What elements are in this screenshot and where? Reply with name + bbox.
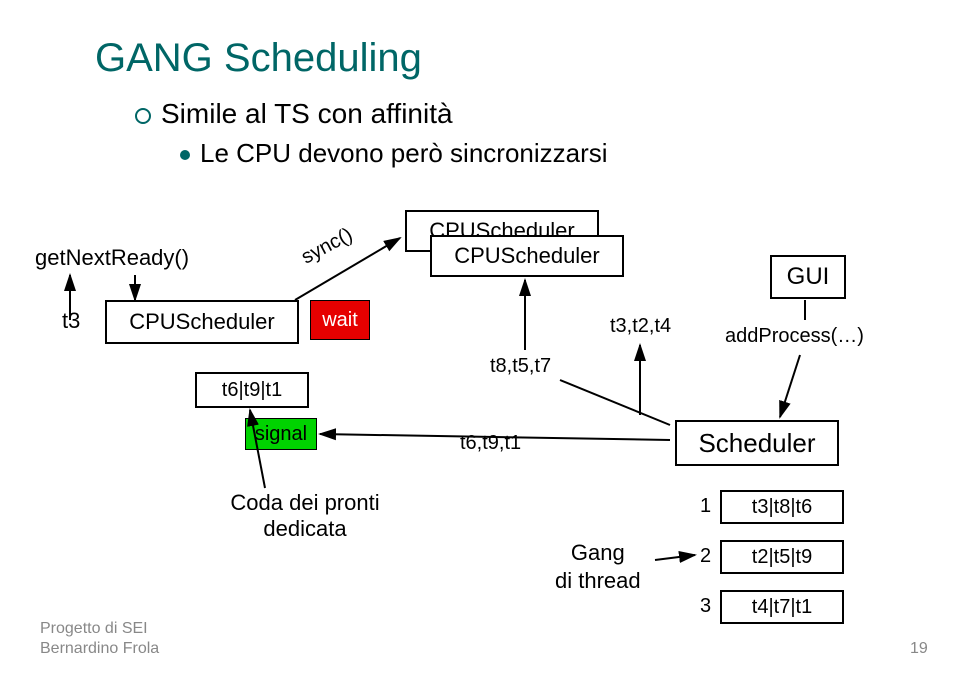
cpuscheduler-box-front: CPUScheduler [430,235,624,277]
slide-title: GANG Scheduling [95,36,422,81]
gang-line1: Gang [555,540,641,566]
cpuscheduler-front-text: CPUScheduler [432,237,622,275]
gang-row-2: t2|t5|t9 [720,540,844,574]
bullet-2: Le CPU devono però sincronizzarsi [180,138,608,169]
gang-row-3: t4|t7|t1 [720,590,844,624]
scheduler-box: Scheduler [675,420,839,466]
gang-row-1-text: t3|t8|t6 [752,496,812,518]
coda-line1: Coda dei pronti [195,490,415,516]
coda-caption: Coda dei pronti dedicata [195,490,415,542]
row1-num: 1 [700,495,711,518]
t3-label: t3 [62,308,80,334]
gang-row-2-text: t2|t5|t9 [752,546,812,568]
page-number: 19 [910,640,928,658]
footer-line2: Bernardino Frola [40,640,159,658]
gang-line2: di thread [555,568,641,594]
t6t9t1-label: t6,t9,t1 [460,432,521,455]
wait-box: wait [310,300,370,340]
sync-label: sync() [298,224,357,270]
bullet-2-text: Le CPU devono però sincronizzarsi [200,138,608,168]
gang-row-1: t3|t8|t6 [720,490,844,524]
signal-box: signal [245,418,317,450]
cpuscheduler-box-left: CPUScheduler [105,300,299,344]
t8t5t7-label: t8,t5,t7 [490,355,551,378]
gang-caption: Gang di thread [555,540,641,594]
coda-line2: dedicata [195,516,415,542]
ring-bullet-icon [135,108,151,124]
t3t2t4-label: t3,t2,t4 [610,315,671,338]
gang-row-3-text: t4|t7|t1 [752,596,812,618]
bullet-1-text: Simile al TS con affinità [161,98,453,129]
getnextready-label: getNextReady() [35,245,189,271]
solid-bullet-icon [180,150,190,160]
row3-num: 3 [700,595,711,618]
scheduler-text: Scheduler [698,428,815,458]
bullet-1: Simile al TS con affinità [135,98,453,130]
footer-line1: Progetto di SEI [40,620,148,638]
gui-text: GUI [772,257,844,297]
gui-box: GUI [770,255,846,299]
row2-num: 2 [700,545,711,568]
ready-queue-box: t6|t9|t1 [195,372,309,408]
ready-queue-text: t6|t9|t1 [197,374,307,406]
addprocess-label: addProcess(…) [725,325,864,348]
cpuscheduler-left-text: CPUScheduler [107,302,297,342]
